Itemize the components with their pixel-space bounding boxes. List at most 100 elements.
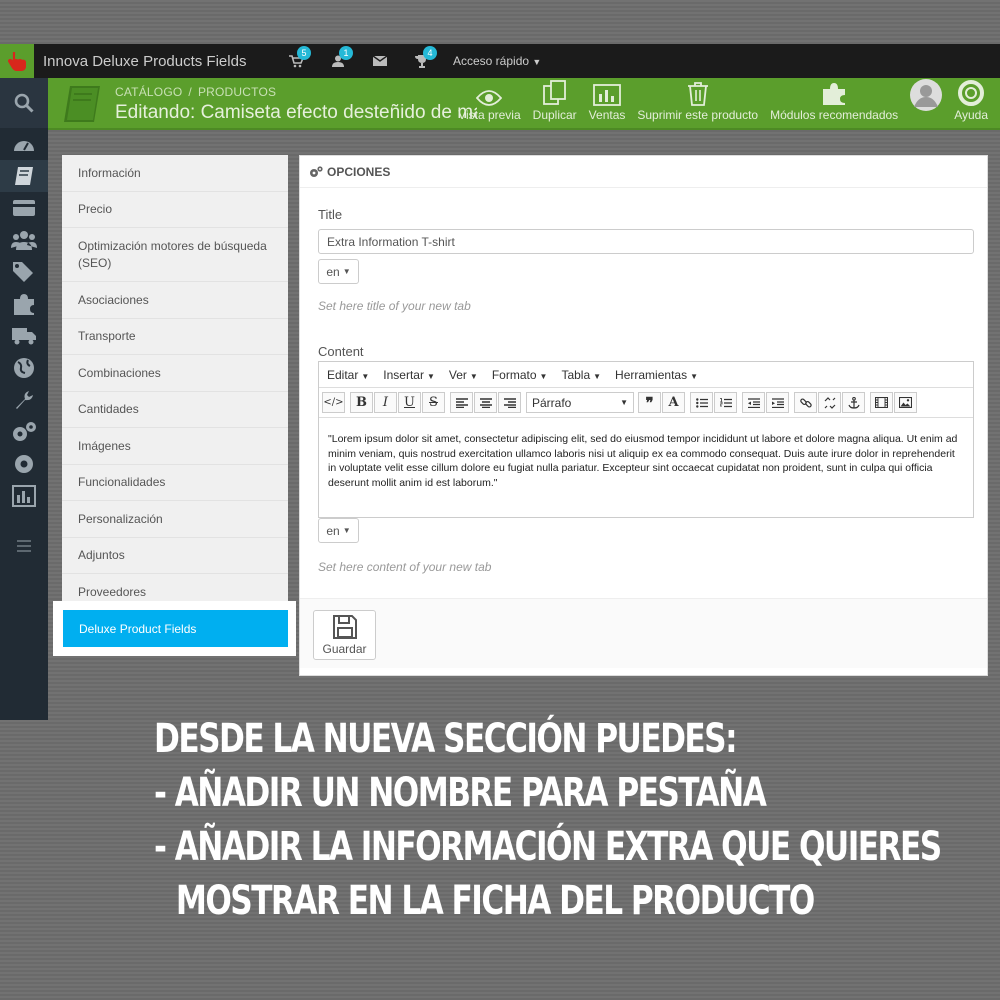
sidebar-item-shipping[interactable] xyxy=(0,320,48,352)
chevron-down-icon: ▼ xyxy=(342,526,351,535)
sidebar-item-price-rules[interactable] xyxy=(0,256,48,288)
tab-information[interactable]: Información xyxy=(62,155,288,192)
breadcrumb-products[interactable]: PRODUCTOS xyxy=(198,85,276,99)
caption-line-3: - Añadir la información extra que quiere… xyxy=(154,824,942,870)
help-button[interactable]: Ayuda xyxy=(948,78,994,128)
bar-chart-icon xyxy=(12,485,36,507)
tab-price[interactable]: Precio xyxy=(62,191,288,228)
tab-attachments[interactable]: Adjuntos xyxy=(62,537,288,574)
title-language-select[interactable]: en ▼ xyxy=(318,259,359,284)
caption-line-1: Desde la nueva sección puedes: xyxy=(154,716,738,762)
title-label: Title xyxy=(318,207,343,222)
hand-cursor-icon xyxy=(8,52,26,71)
insert-link-button[interactable] xyxy=(794,392,817,413)
text-color-button[interactable]: A xyxy=(662,392,685,413)
duplicate-button[interactable]: Duplicar xyxy=(527,78,583,128)
catalog-book-icon xyxy=(60,84,102,129)
remove-link-button[interactable] xyxy=(818,392,841,413)
title-input[interactable]: Extra Information T-shirt xyxy=(318,229,974,254)
page-title: Editando: Camiseta efecto desteñido de m… xyxy=(115,102,477,123)
tab-customization[interactable]: Personalización xyxy=(62,501,288,538)
chevron-down-icon: ▼ xyxy=(620,398,628,407)
tab-shipping[interactable]: Transporte xyxy=(62,318,288,355)
avatar[interactable] xyxy=(904,78,948,128)
anchor-button[interactable] xyxy=(842,392,865,413)
sidebar-item-stats[interactable] xyxy=(0,480,48,512)
menu-view[interactable]: Ver ▼ xyxy=(449,368,478,382)
app-logo[interactable] xyxy=(0,44,34,78)
save-button[interactable]: Guardar xyxy=(313,610,376,660)
sidebar-item-dashboard[interactable] xyxy=(0,128,48,160)
sales-button[interactable]: Ventas xyxy=(583,78,632,128)
envelope-icon xyxy=(373,56,387,66)
tab-images[interactable]: Imágenes xyxy=(62,428,288,465)
panel-footer: Guardar xyxy=(300,598,987,668)
bold-button[interactable]: B xyxy=(350,392,373,413)
quick-access-menu[interactable]: Acceso rápido ▼ xyxy=(453,54,541,68)
paragraph-format-select[interactable]: Párrafo ▼ xyxy=(526,392,634,413)
menu-edit-label: Editar xyxy=(327,367,359,382)
tab-deluxe-product-fields[interactable]: Deluxe Product Fields xyxy=(63,610,288,647)
tab-combinations[interactable]: Combinaciones xyxy=(62,355,288,392)
align-right-icon xyxy=(503,397,516,408)
numbered-list-icon xyxy=(719,397,732,407)
menu-insert[interactable]: Insertar ▼ xyxy=(383,368,435,382)
orders-button[interactable]: 5 xyxy=(275,44,317,78)
insert-image-button[interactable] xyxy=(894,392,917,413)
floppy-disk-icon xyxy=(332,614,357,639)
sidebar-search[interactable] xyxy=(0,78,48,128)
link-icon xyxy=(799,397,812,407)
chevron-down-icon: ▼ xyxy=(469,371,478,381)
options-panel: OPCIONES Title Extra Information T-shirt… xyxy=(299,155,988,676)
menu-edit[interactable]: Editar ▼ xyxy=(327,368,369,382)
blockquote-button[interactable]: ❞ xyxy=(638,392,661,413)
chevron-down-icon: ▼ xyxy=(539,371,548,381)
sidebar-item-orders[interactable] xyxy=(0,192,48,224)
messages-button[interactable] xyxy=(359,44,401,78)
breadcrumb-catalog[interactable]: CATÁLOGO xyxy=(115,85,182,99)
align-right-button[interactable] xyxy=(498,392,521,413)
sidebar-item-localization[interactable] xyxy=(0,352,48,384)
film-icon xyxy=(875,397,888,408)
align-center-button[interactable] xyxy=(474,392,497,413)
insert-video-button[interactable] xyxy=(870,392,893,413)
menu-tools[interactable]: Herramientas ▼ xyxy=(615,368,698,382)
tab-seo[interactable]: Optimización motores de búsqueda (SEO) xyxy=(62,228,288,282)
caption-line-4: mostrar en la ficha del producto xyxy=(175,878,815,924)
sidebar-collapse-toggle[interactable] xyxy=(0,526,48,566)
sidebar-item-preferences[interactable] xyxy=(0,384,48,416)
tab-quantities[interactable]: Cantidades xyxy=(62,391,288,428)
cogs-icon xyxy=(310,165,323,177)
content-language-select[interactable]: en ▼ xyxy=(318,518,359,543)
underline-button[interactable]: U xyxy=(398,392,421,413)
sidebar-item-customers[interactable] xyxy=(0,224,48,256)
editor-content[interactable]: "Lorem ipsum dolor sit amet, consectetur… xyxy=(319,418,973,504)
source-code-button[interactable]: </> xyxy=(322,392,345,413)
content-language-value: en xyxy=(326,523,340,538)
rich-text-editor: Editar ▼ Insertar ▼ Ver ▼ Formato ▼ Tabla ▼ H… xyxy=(318,361,974,518)
orders-badge: 5 xyxy=(297,46,311,60)
customers-button[interactable]: 1 xyxy=(317,44,359,78)
customers-badge: 1 xyxy=(339,46,353,60)
sidebar-item-administration[interactable] xyxy=(0,448,48,480)
outdent-button[interactable] xyxy=(742,392,765,413)
tab-features[interactable]: Funcionalidades xyxy=(62,464,288,501)
sidebar-item-modules[interactable] xyxy=(0,288,48,320)
bullet-list-button[interactable] xyxy=(690,392,713,413)
menu-format[interactable]: Formato ▼ xyxy=(492,368,548,382)
align-left-button[interactable] xyxy=(450,392,473,413)
indent-button[interactable] xyxy=(766,392,789,413)
duplicate-label: Duplicar xyxy=(532,108,577,122)
tab-associations[interactable]: Asociaciones xyxy=(62,282,288,319)
sidebar-item-advanced[interactable] xyxy=(0,416,48,448)
strikethrough-button[interactable]: S xyxy=(422,392,445,413)
recommended-modules-button[interactable]: Módulos recomendados xyxy=(764,78,904,128)
achievements-button[interactable]: 4 xyxy=(401,44,443,78)
numbered-list-button[interactable] xyxy=(714,392,737,413)
italic-button[interactable]: I xyxy=(374,392,397,413)
sidebar-item-catalog[interactable] xyxy=(0,160,48,192)
preview-button[interactable]: Vista previa xyxy=(452,78,526,128)
delete-product-label: Suprimir este producto xyxy=(637,108,759,122)
delete-product-button[interactable]: Suprimir este producto xyxy=(631,78,764,128)
menu-table[interactable]: Tabla ▼ xyxy=(561,368,601,382)
